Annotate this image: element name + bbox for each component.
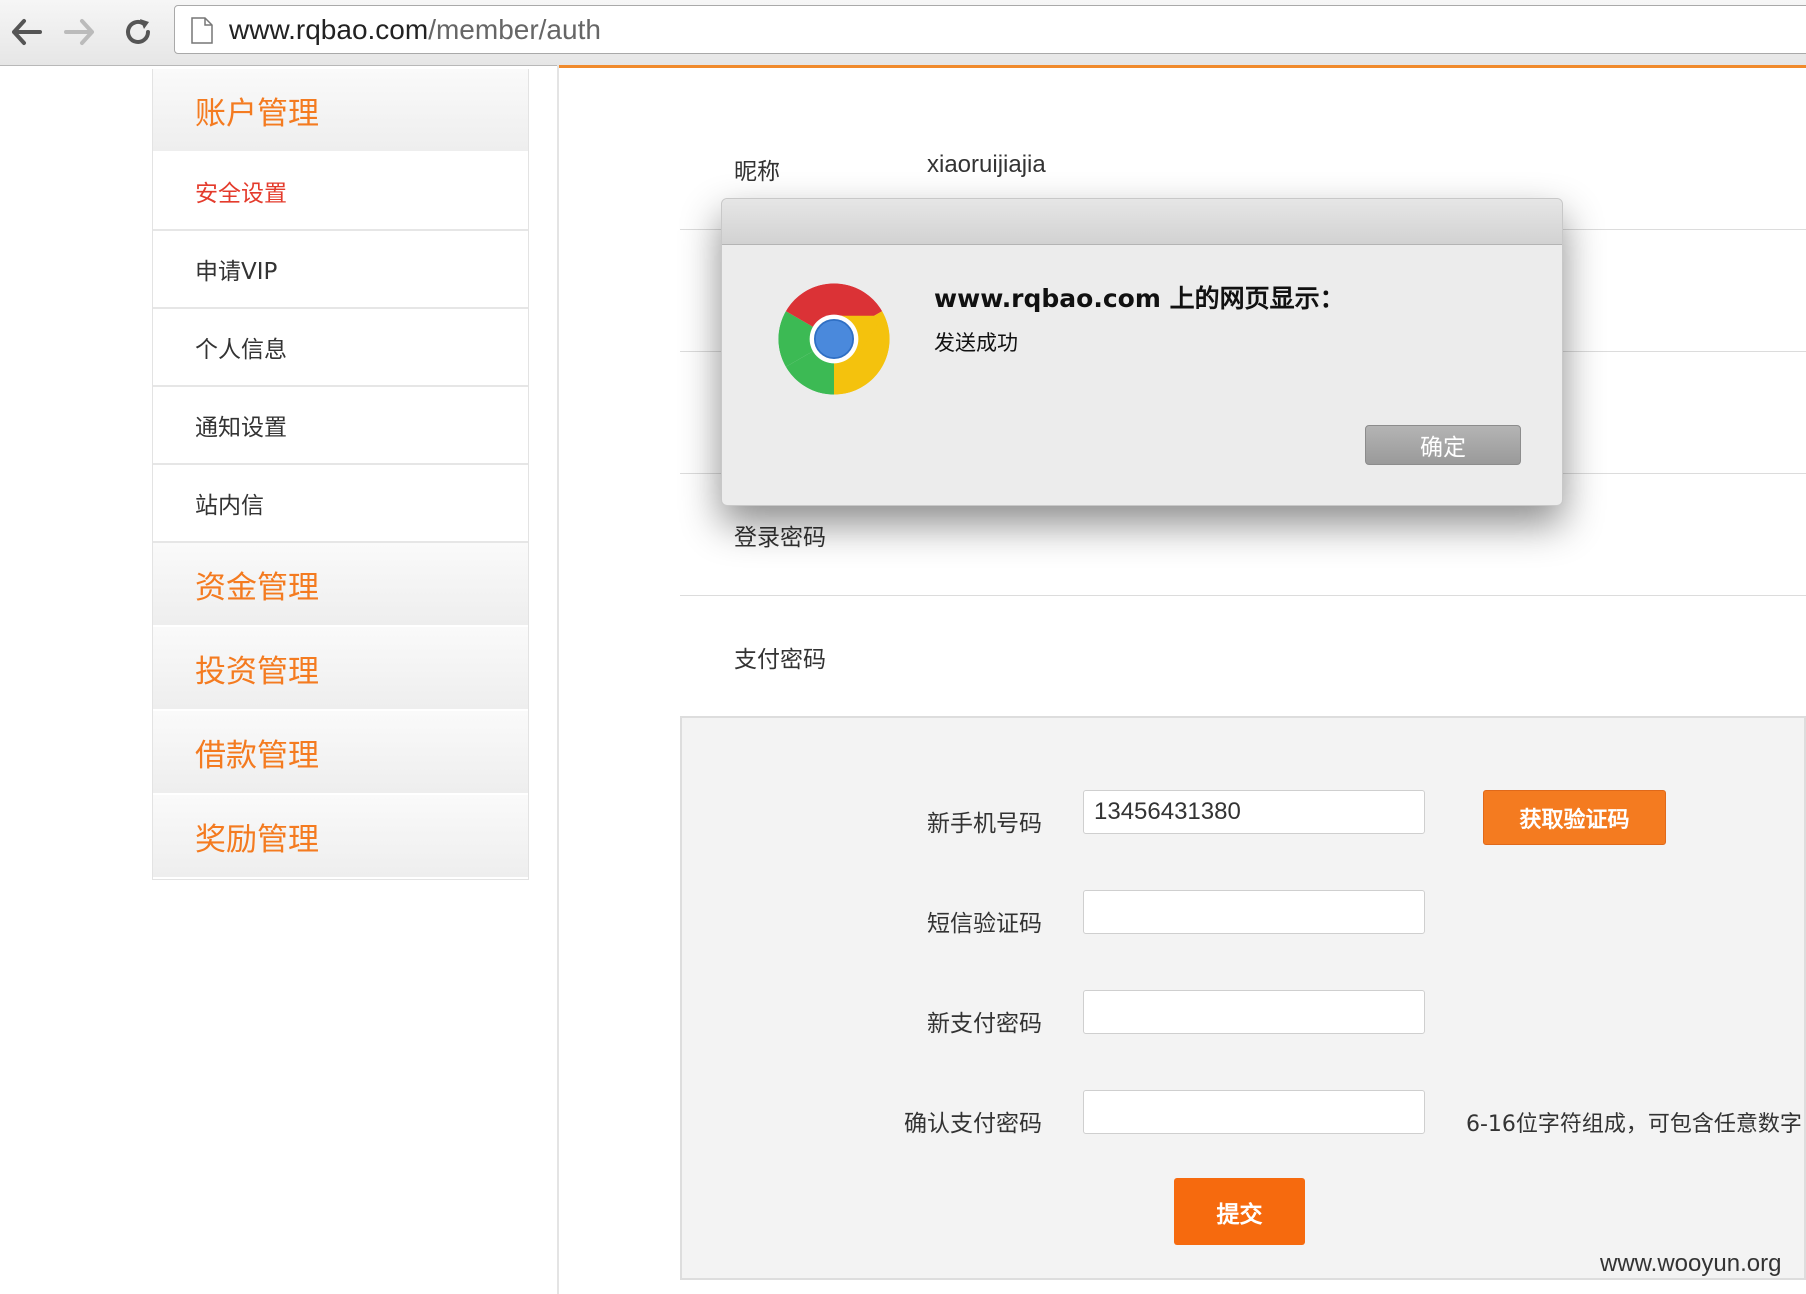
change-phone-form: 新手机号码 13456431380 获取验证码 短信验证码 新支付密码 确认支付… <box>680 716 1806 1280</box>
pay-password-label: 支付密码 <box>734 647 826 673</box>
url-text: www.rqbao.com/member/auth <box>229 15 601 45</box>
new-pay-password-label: 新支付密码 <box>927 1011 1042 1037</box>
arrow-left-icon <box>12 19 42 45</box>
new-pay-password-input[interactable] <box>1083 990 1425 1034</box>
back-button[interactable] <box>4 10 48 54</box>
pay-password-row: 支付密码 <box>680 596 1806 718</box>
nickname-value: xiaoruijiajia <box>927 151 1046 178</box>
main-divider <box>557 65 559 1294</box>
reload-icon <box>126 19 150 44</box>
dialog-title: www.rqbao.com 上的网页显示： <box>934 284 1345 313</box>
sidebar-item-messages[interactable]: 站内信 <box>153 465 528 543</box>
dialog-titlebar <box>722 199 1562 245</box>
confirm-pay-password-input[interactable] <box>1083 1090 1425 1134</box>
url-domain: www.rqbao.com <box>229 14 429 45</box>
sidebar-item-notifications[interactable]: 通知设置 <box>153 387 528 465</box>
sidebar-group-account[interactable]: 账户管理 <box>153 69 528 153</box>
sidebar-group-loans[interactable]: 借款管理 <box>153 711 528 795</box>
get-code-button[interactable]: 获取验证码 <box>1483 790 1666 845</box>
nickname-label: 昵称 <box>734 159 780 185</box>
confirm-pay-password-label: 确认支付密码 <box>904 1111 1042 1137</box>
sidebar-item-profile[interactable]: 个人信息 <box>153 309 528 387</box>
browser-toolbar: www.rqbao.com/member/auth <box>0 0 1806 66</box>
sidebar-group-investment[interactable]: 投资管理 <box>153 627 528 711</box>
forward-button[interactable] <box>58 10 102 54</box>
reload-button[interactable] <box>116 10 160 54</box>
password-hint: 6-16位字符组成，可包含任意数字 <box>1466 1112 1802 1137</box>
main-top-border <box>559 65 1806 68</box>
new-phone-label: 新手机号码 <box>927 811 1042 837</box>
page-icon <box>191 17 213 44</box>
submit-button[interactable]: 提交 <box>1174 1178 1305 1245</box>
dialog-ok-button[interactable]: 确定 <box>1365 425 1521 465</box>
dialog-message: 发送成功 <box>934 331 1018 355</box>
sidebar-item-vip[interactable]: 申请VIP <box>153 231 528 309</box>
arrow-right-icon <box>64 19 94 45</box>
login-password-label: 登录密码 <box>734 525 826 551</box>
chrome-logo-icon <box>778 283 890 395</box>
alert-dialog: www.rqbao.com 上的网页显示： 发送成功 确定 <box>721 198 1563 506</box>
watermark: www.wooyun.org <box>1600 1250 1782 1277</box>
sidebar-group-rewards[interactable]: 奖励管理 <box>153 795 528 879</box>
address-bar[interactable]: www.rqbao.com/member/auth <box>174 5 1806 54</box>
sms-code-label: 短信验证码 <box>927 911 1042 937</box>
sms-code-input[interactable] <box>1083 890 1425 934</box>
url-path: /member/auth <box>428 14 601 45</box>
sidebar-item-security[interactable]: 安全设置 <box>153 153 528 231</box>
sidebar-group-funds[interactable]: 资金管理 <box>153 543 528 627</box>
sidebar: 账户管理 安全设置 申请VIP 个人信息 通知设置 站内信 资金管理 投资管理 … <box>152 69 529 880</box>
new-phone-input[interactable]: 13456431380 <box>1083 790 1425 834</box>
